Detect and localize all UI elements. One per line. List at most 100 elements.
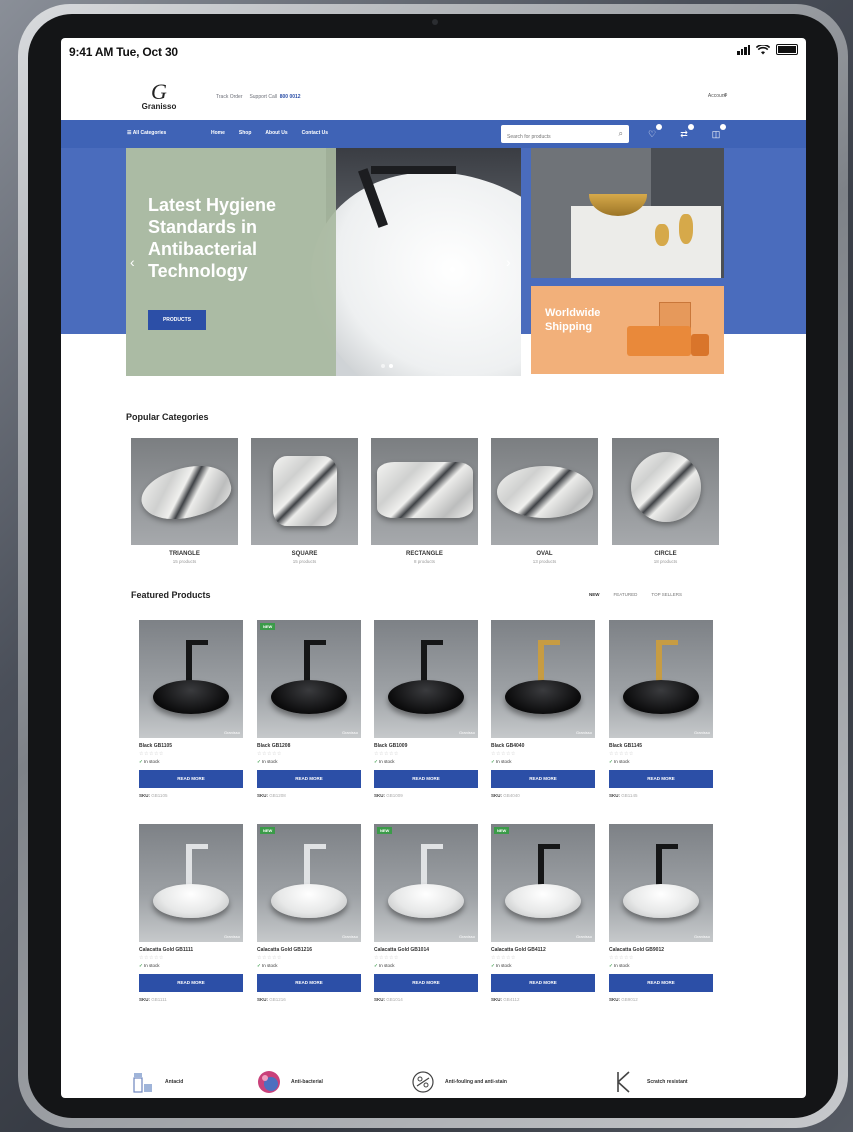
track-order-link[interactable]: Track Order (216, 94, 242, 100)
shipping-banner[interactable]: Worldwide Shipping (531, 286, 724, 374)
category-card-oval[interactable]: OVAL 13 products (491, 438, 598, 564)
sku-value: GB1009 (386, 793, 403, 798)
product-card[interactable]: Granisso Calacatta Gold GB1111 ☆☆☆☆☆ ✓ In s… (139, 824, 243, 1002)
faucet-image (656, 640, 662, 682)
product-image[interactable]: Granisso (139, 620, 243, 738)
category-card-square[interactable]: SQUARE 15 products (251, 438, 358, 564)
basin-image (153, 680, 229, 714)
category-card-rectangle[interactable]: RECTANGLE 8 products (371, 438, 478, 564)
stock-status: ✓ In stock (257, 963, 361, 969)
cart-icon[interactable]: ◫ (709, 124, 726, 141)
stock-status: ✓ In stock (491, 759, 595, 765)
basin-image (388, 680, 464, 714)
read-more-button[interactable]: READ MORE (257, 770, 361, 788)
faucet-spout (304, 640, 326, 645)
nav-links: Home Shop About Us Contact Us (211, 130, 328, 136)
nav-link-contact[interactable]: Contact Us (302, 130, 328, 136)
new-badge: NEW (494, 827, 510, 834)
feature-label: Scratch resistant (647, 1079, 688, 1085)
read-more-button[interactable]: READ MORE (491, 770, 595, 788)
hero-cta-button[interactable]: PRODUCTS (148, 310, 206, 330)
feature-item: Anti-fouling and anti-stain (411, 1070, 507, 1094)
product-image[interactable]: NEW Granisso (491, 824, 595, 942)
faucet-image (538, 844, 544, 886)
read-more-button[interactable]: READ MORE (374, 974, 478, 992)
support-number[interactable]: 800 0012 (280, 94, 301, 100)
product-image[interactable]: NEW Granisso (374, 824, 478, 942)
stock-status: ✓ In stock (609, 963, 713, 969)
all-categories-menu[interactable]: ☰ All Categories (127, 130, 166, 136)
basin-image (505, 680, 581, 714)
product-card[interactable]: Granisso Black GB1009 ☆☆☆☆☆ ✓ In stock READ … (374, 620, 478, 798)
faucet-spout (656, 640, 678, 645)
read-more-button[interactable]: READ MORE (491, 974, 595, 992)
product-name[interactable]: Black GB1009 (374, 743, 478, 749)
tab-featured[interactable]: FEATURED (614, 592, 638, 597)
rating-stars: ☆☆☆☆☆ (257, 955, 282, 961)
product-card[interactable]: Granisso Black GB1145 ☆☆☆☆☆ ✓ In stock READ … (609, 620, 713, 798)
hero-slider[interactable]: Latest Hygiene Standards in Antibacteria… (126, 148, 521, 376)
product-brand: Granisso (458, 730, 475, 735)
read-more-button[interactable]: READ MORE (139, 974, 243, 992)
slider-next-icon[interactable]: › (506, 254, 511, 270)
product-brand: Granisso (575, 730, 592, 735)
product-name[interactable]: Calacatta Gold GB1014 (374, 947, 478, 953)
product-image[interactable]: Granisso (139, 824, 243, 942)
sku-label: SKU: (491, 997, 502, 1002)
category-card-triangle[interactable]: TRIANGLE 15 products (131, 438, 238, 564)
product-card[interactable]: Granisso Calacatta Gold GB9012 ☆☆☆☆☆ ✓ In s… (609, 824, 713, 1002)
product-name[interactable]: Calacatta Gold GB1111 (139, 947, 243, 953)
signal-icon (737, 44, 750, 55)
truck-icon (627, 326, 691, 356)
nav-link-about[interactable]: About Us (265, 130, 287, 136)
stock-label: In stock (262, 963, 278, 968)
product-image[interactable]: NEW Granisso (257, 824, 361, 942)
product-image[interactable]: Granisso (491, 620, 595, 738)
side-banner-gold-basin[interactable] (531, 148, 724, 278)
feature-label: Anti-bacterial (291, 1079, 323, 1085)
logo-text: Granisso (141, 102, 177, 111)
product-card[interactable]: Granisso Black GB1105 ☆☆☆☆☆ ✓ In stock READ … (139, 620, 243, 798)
read-more-button[interactable]: READ MORE (374, 770, 478, 788)
product-card[interactable]: NEW Granisso Calacatta Gold GB1216 ☆☆☆☆☆ ✓ I… (257, 824, 361, 1002)
slider-dots[interactable] (381, 364, 393, 368)
product-card[interactable]: NEW Granisso Calacatta Gold GB4112 ☆☆☆☆☆ ✓ I… (491, 824, 595, 1002)
product-name[interactable]: Black GB1145 (609, 743, 713, 749)
nav-link-shop[interactable]: Shop (239, 130, 252, 136)
product-image[interactable]: NEW Granisso (257, 620, 361, 738)
main-nav: ☰ All Categories Home Shop About Us Cont… (61, 120, 806, 148)
product-card[interactable]: NEW Granisso Calacatta Gold GB1014 ☆☆☆☆☆ ✓ I… (374, 824, 478, 1002)
read-more-button[interactable]: READ MORE (257, 974, 361, 992)
nav-link-home[interactable]: Home (211, 130, 225, 136)
product-card[interactable]: NEW Granisso Black GB1208 ☆☆☆☆☆ ✓ In stock RE… (257, 620, 361, 798)
product-name[interactable]: Calacatta Gold GB4112 (491, 947, 595, 953)
heart-icon[interactable]: ♡ (645, 124, 662, 141)
slider-prev-icon[interactable]: ‹ (130, 254, 135, 270)
compare-icon[interactable]: ⇄ (677, 124, 694, 141)
product-name[interactable]: Black GB1208 (257, 743, 361, 749)
product-name[interactable]: Calacatta Gold GB1216 (257, 947, 361, 953)
sku-value: GB1105 (151, 793, 168, 798)
product-name[interactable]: Black GB1105 (139, 743, 243, 749)
header-search-icon[interactable]: ⌕ (724, 90, 728, 100)
search-input[interactable] (501, 128, 613, 146)
product-card[interactable]: Granisso Black GB4040 ☆☆☆☆☆ ✓ In stock READ … (491, 620, 595, 798)
product-image[interactable]: Granisso (609, 620, 713, 738)
feature-label: Anti-fouling and anti-stain (445, 1079, 507, 1085)
category-card-circle[interactable]: CIRCLE 18 products (612, 438, 719, 564)
tab-new[interactable]: NEW (589, 592, 600, 597)
site-logo[interactable]: G Granisso (129, 81, 189, 112)
search-icon[interactable]: ⌕ (619, 129, 623, 139)
product-sku: SKU: GB4040 (491, 793, 595, 798)
product-name[interactable]: Black GB4040 (491, 743, 595, 749)
read-more-button[interactable]: READ MORE (609, 974, 713, 992)
read-more-button[interactable]: READ MORE (139, 770, 243, 788)
faucet-spout (304, 844, 326, 849)
product-brand: Granisso (575, 934, 592, 939)
product-image[interactable]: Granisso (374, 620, 478, 738)
tab-top-sellers[interactable]: TOP SELLERS (651, 592, 682, 597)
product-image[interactable]: Granisso (609, 824, 713, 942)
product-name[interactable]: Calacatta Gold GB9012 (609, 947, 713, 953)
read-more-button[interactable]: READ MORE (609, 770, 713, 788)
category-name: TRIANGLE (169, 551, 200, 557)
